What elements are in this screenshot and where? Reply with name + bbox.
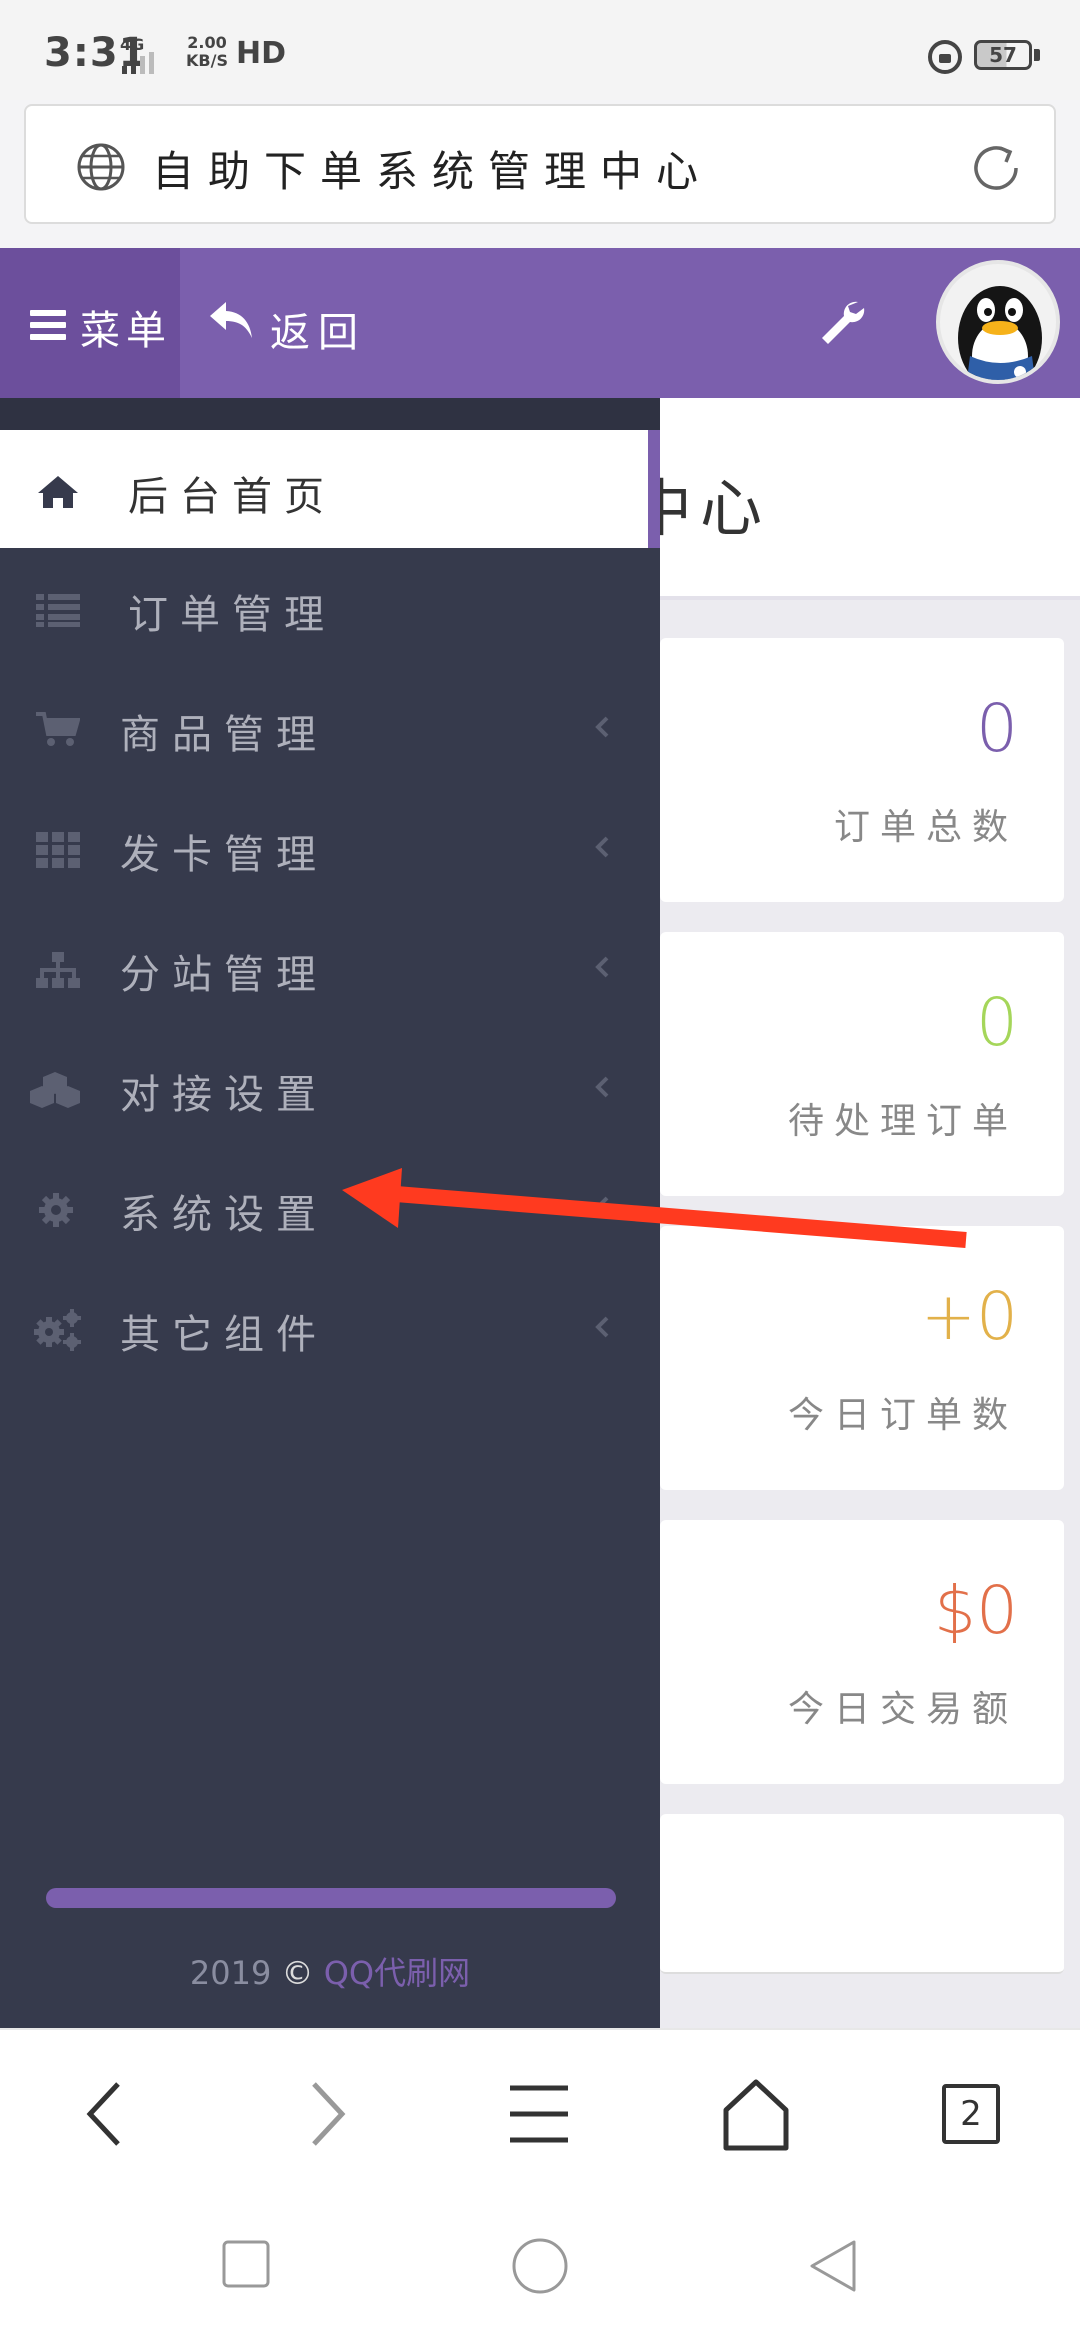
sidebar-item-integration[interactable]: 对接设置	[0, 1028, 648, 1146]
back-arrow-icon[interactable]	[66, 2074, 146, 2154]
reload-icon[interactable]	[970, 142, 1026, 194]
network-speed-value: 2.00	[187, 33, 227, 52]
wrench-icon[interactable]	[818, 298, 866, 346]
sidebar-item-substations[interactable]: 分站管理	[0, 908, 648, 1026]
rotation-lock-icon	[928, 40, 962, 74]
sidebar-item-label: 对接设置	[120, 1072, 328, 1118]
copyright-symbol: ©	[281, 1954, 314, 1992]
page-title: 自助下单系统管理中心	[152, 147, 713, 196]
menu-toggle-button[interactable]: 菜单	[0, 248, 180, 398]
back-triangle-icon[interactable]	[806, 2238, 860, 2294]
tab-count: 2	[942, 2084, 1000, 2144]
stat-label: 订单总数	[833, 807, 1018, 848]
cubes-icon	[30, 1072, 80, 1108]
home-icon	[38, 476, 78, 508]
stat-card-total-orders: 0 订单总数	[660, 638, 1064, 902]
sidebar-active-indicator	[648, 430, 660, 548]
stat-card-pending-orders: 0 待处理订单	[660, 932, 1064, 1196]
grid-icon	[36, 832, 80, 868]
globe-icon	[77, 143, 125, 191]
sidebar-item-label: 其它组件	[120, 1312, 328, 1358]
sidebar-item-products[interactable]: 商品管理	[0, 668, 648, 786]
sidebar-menu: 后台首页 订单管理 商品管理 发卡管理 分站管理 对接设置 系统设置 其它组件 …	[0, 398, 660, 2028]
home-circle-icon[interactable]	[510, 2236, 570, 2296]
sidebar-item-other-components[interactable]: 其它组件	[0, 1268, 648, 1386]
battery-tip	[1034, 49, 1040, 61]
chevron-left-icon	[595, 716, 609, 738]
sidebar-item-system-settings[interactable]: 系统设置	[0, 1148, 648, 1266]
sidebar-item-label: 商品管理	[120, 712, 328, 758]
footer-year: 2019	[189, 1954, 272, 1992]
footer-brand-link[interactable]: QQ代刷网	[324, 1954, 470, 1992]
app-header: 菜单 返回	[0, 248, 1080, 398]
sidebar-scrollbar[interactable]	[46, 1888, 616, 1908]
sidebar-item-label: 发卡管理	[120, 832, 328, 878]
battery-indicator: 57	[974, 40, 1032, 70]
recents-icon[interactable]	[220, 2238, 274, 2292]
hamburger-icon	[30, 310, 66, 340]
user-avatar[interactable]	[936, 260, 1060, 384]
stat-card-today-orders: +0 今日订单数	[660, 1226, 1064, 1490]
stat-label: 待处理订单	[787, 1101, 1018, 1142]
chevron-left-icon	[595, 836, 609, 858]
chevron-left-icon	[595, 1196, 609, 1218]
sidebar-top-strip	[0, 398, 660, 430]
chevron-left-icon	[595, 956, 609, 978]
stat-value: 0	[976, 690, 1018, 767]
sidebar-item-orders[interactable]: 订单管理	[0, 548, 648, 666]
cart-icon	[36, 712, 80, 746]
home-icon[interactable]	[716, 2074, 796, 2154]
chevron-left-icon	[595, 1076, 609, 1098]
back-button[interactable]: 返回	[200, 248, 380, 398]
penguin-avatar-icon	[958, 286, 1042, 380]
stat-card-today-revenue: $0 今日交易额	[660, 1520, 1064, 1784]
menu-label: 菜单	[80, 308, 172, 354]
stat-label: 今日交易额	[787, 1689, 1018, 1730]
dashboard-content: 中心 0 订单总数 0 待处理订单 +0 今日订单数 $0 今日交易额	[660, 398, 1080, 2028]
content-card	[660, 1814, 1064, 1974]
signal-icon	[122, 52, 154, 74]
sidebar-item-label: 系统设置	[120, 1192, 328, 1238]
gear-icon	[39, 1193, 73, 1227]
sidebar-item-dashboard[interactable]: 后台首页	[0, 430, 648, 548]
sidebar-item-label: 订单管理	[128, 592, 336, 638]
list-icon	[36, 594, 80, 627]
sidebar-item-cards[interactable]: 发卡管理	[0, 788, 648, 906]
back-label: 返回	[270, 310, 366, 356]
menu-icon[interactable]	[500, 2074, 580, 2154]
sitemap-icon	[36, 952, 80, 988]
tabs-button[interactable]: 2	[936, 2074, 1016, 2154]
network-speed: 2.00 KB/S	[186, 34, 228, 70]
chevron-left-icon	[595, 1316, 609, 1338]
dashboard-heading: 中心	[660, 398, 1080, 600]
network-speed-unit: KB/S	[186, 51, 228, 70]
stat-value: 0	[976, 984, 1018, 1061]
gears-icon	[34, 1309, 81, 1351]
stat-label: 今日订单数	[787, 1395, 1018, 1436]
sidebar-footer: 2019 © QQ代刷网	[0, 1948, 660, 1994]
sidebar-item-label: 后台首页	[128, 474, 336, 520]
browser-toolbar: 2	[0, 2028, 1080, 2192]
status-bar: 3:31 4G 2.00 KB/S HD 57	[0, 0, 1080, 100]
address-bar[interactable]: 自助下单系统管理中心	[24, 104, 1056, 224]
forward-arrow-icon[interactable]	[286, 2074, 366, 2154]
reply-arrow-icon	[210, 302, 252, 338]
stat-value: $0	[934, 1572, 1018, 1649]
stat-value: +0	[920, 1278, 1018, 1355]
sidebar-item-label: 分站管理	[120, 952, 328, 998]
hd-badge: HD	[236, 36, 287, 71]
system-nav-bar	[0, 2192, 1080, 2340]
dashboard-heading-text: 中心	[660, 472, 771, 545]
